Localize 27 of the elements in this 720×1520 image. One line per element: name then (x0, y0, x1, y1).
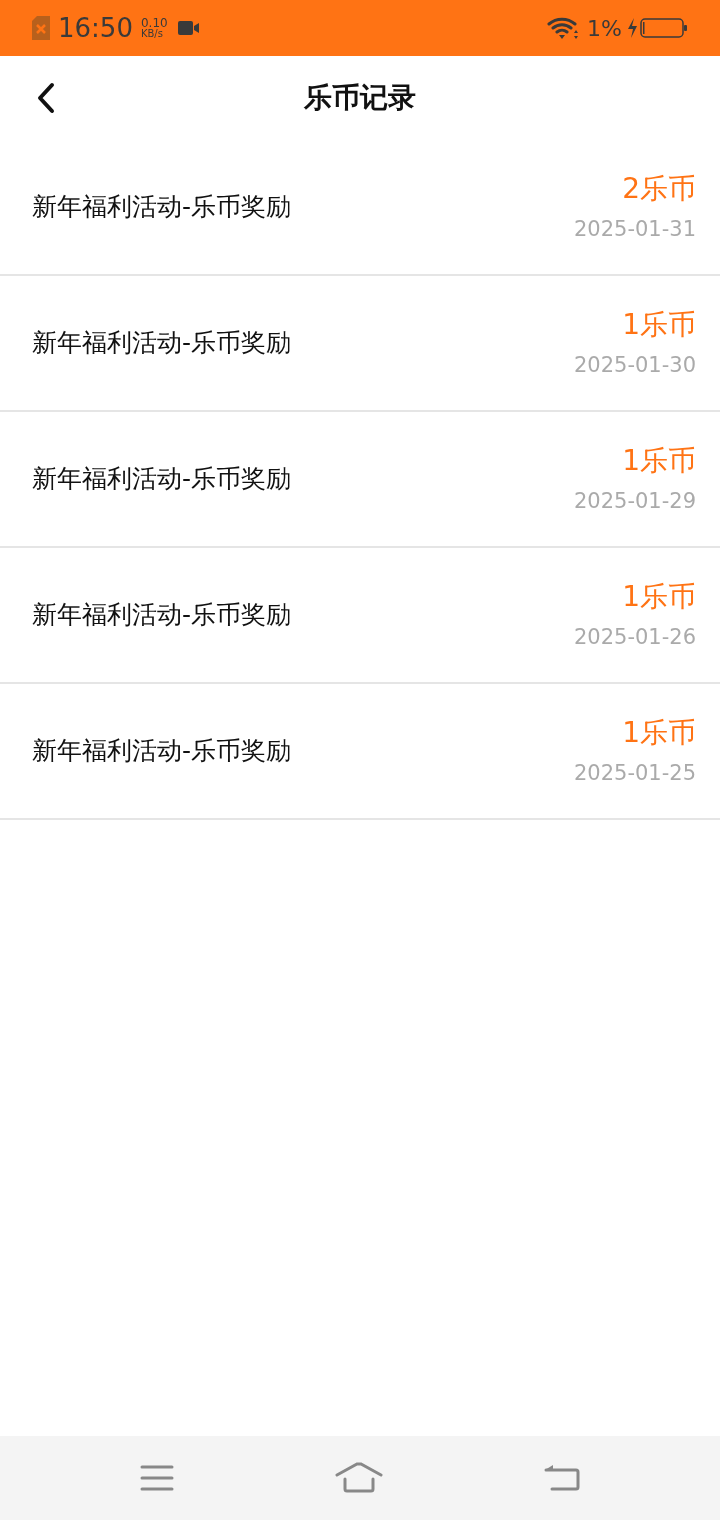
speed-unit: KB/s (140, 29, 164, 39)
record-date: 2025-01-25 (573, 760, 696, 788)
battery-charging-icon (626, 17, 688, 39)
video-camera-icon (177, 20, 200, 36)
record-title: 新年福利活动-乐币奖励 (32, 463, 292, 496)
record-date: 2025-01-26 (573, 624, 696, 652)
coin-amount: 1乐币 (622, 579, 696, 616)
menu-icon[interactable] (140, 1464, 175, 1492)
record-title: 新年福利活动-乐币奖励 (32, 735, 292, 768)
coin-amount: 1乐币 (622, 715, 696, 752)
back-icon (36, 82, 56, 114)
record-title: 新年福利活动-乐币奖励 (32, 191, 292, 224)
coin-amount: 2乐币 (622, 171, 696, 208)
record-title: 新年福利活动-乐币奖励 (32, 327, 292, 360)
record-date: 2025-01-30 (573, 352, 696, 380)
coin-amount: 1乐币 (622, 307, 696, 344)
record-title: 新年福利活动-乐币奖励 (32, 599, 292, 632)
battery-percent: 1% (587, 14, 622, 43)
coin-amount: 1乐币 (622, 443, 696, 480)
clock-text: 16:50 (58, 11, 133, 45)
sim-card-icon (32, 16, 50, 40)
speed-value: 0.10 (140, 17, 168, 29)
back-icon[interactable] (543, 1463, 580, 1493)
record-date: 2025-01-29 (573, 488, 696, 516)
page-title: 乐币记录 (304, 80, 416, 116)
record-date: 2025-01-31 (573, 216, 696, 244)
home-icon[interactable] (335, 1462, 383, 1494)
